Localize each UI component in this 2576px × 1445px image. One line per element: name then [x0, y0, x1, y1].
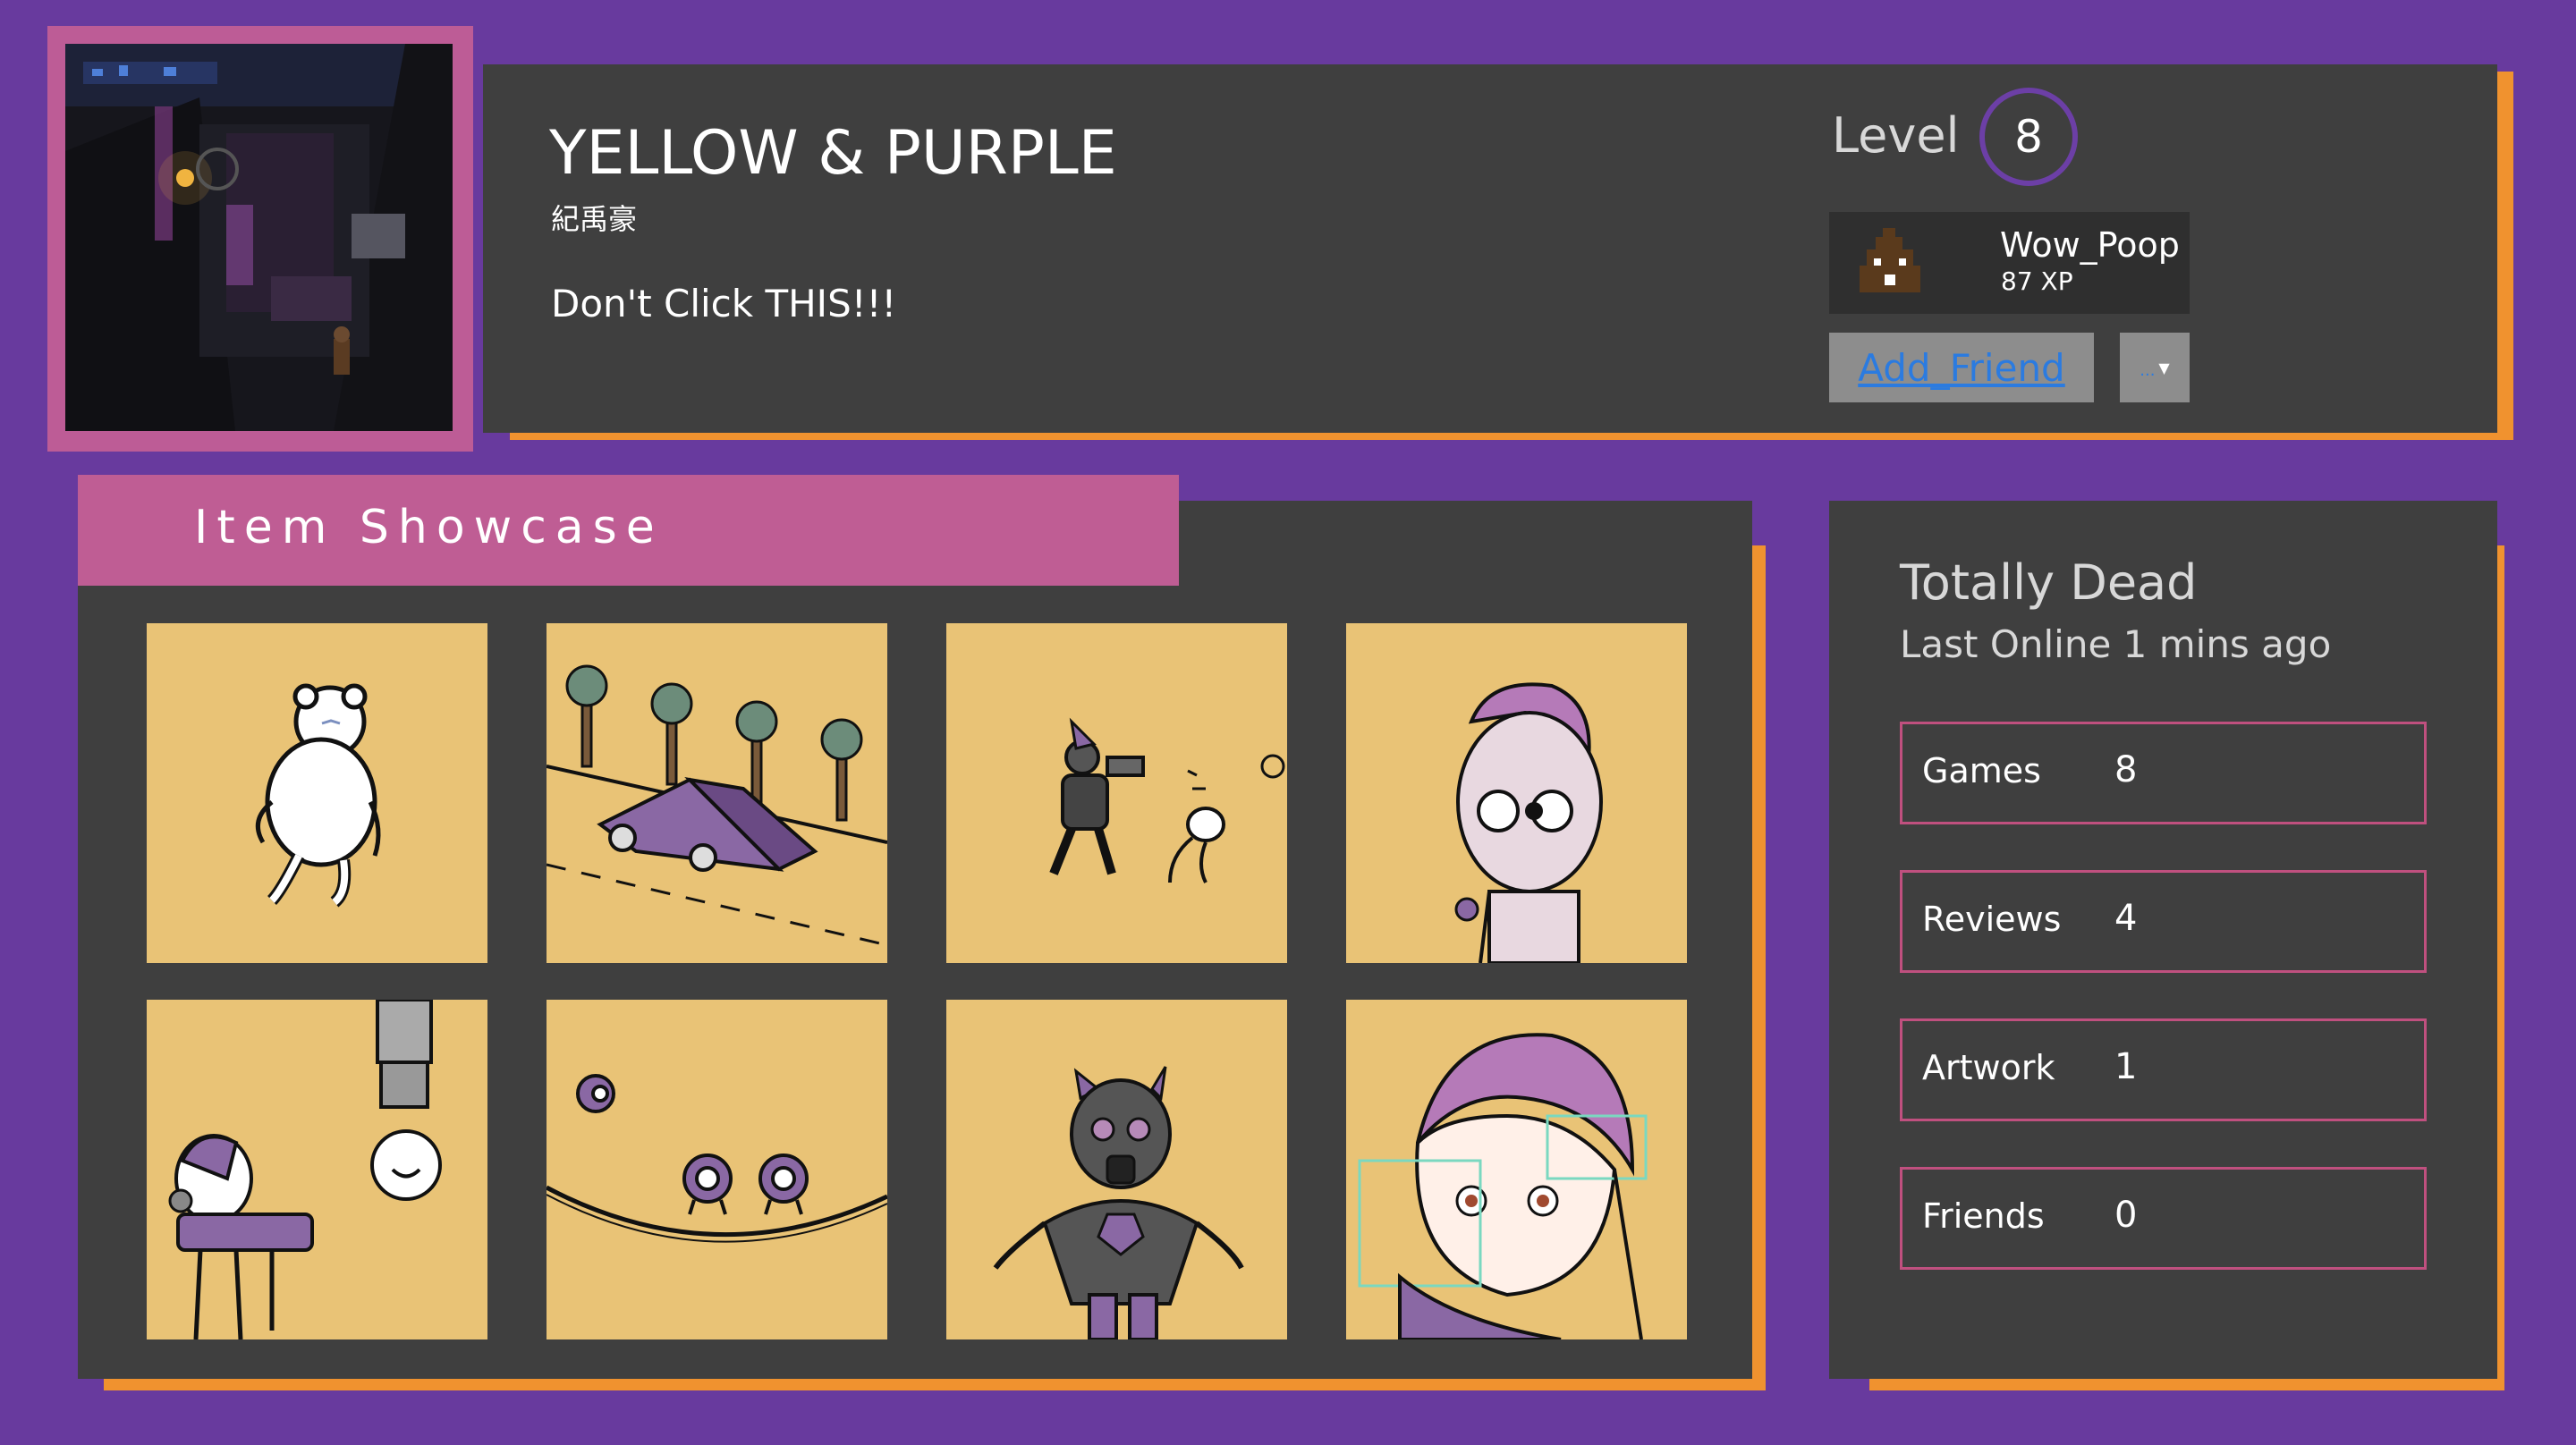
- poop-icon: [1847, 219, 1933, 305]
- stat-artwork[interactable]: Artwork 1: [1900, 1018, 2427, 1121]
- cyborg-face-art: [1454, 682, 1603, 963]
- add-friend-button[interactable]: Add_Friend: [1829, 333, 2094, 402]
- showcase-item-hologram[interactable]: [1346, 1000, 1687, 1339]
- stat-reviews[interactable]: Reviews 4: [1900, 870, 2427, 973]
- stat-label: Games: [1922, 751, 2041, 790]
- showcase-item-robot-chase[interactable]: [946, 623, 1287, 963]
- showcase-title: Item Showcase: [194, 501, 664, 554]
- stat-label: Artwork: [1922, 1048, 2055, 1087]
- stat-label: Reviews: [1922, 900, 2062, 939]
- level-label: Level: [1832, 107, 1960, 164]
- eyeball-creatures-art: [547, 1074, 887, 1243]
- stat-value: 4: [2114, 898, 2138, 939]
- last-online: Last Online 1 mins ago: [1900, 622, 2332, 666]
- profile-summary: Don't Click THIS!!!: [551, 282, 897, 325]
- hologram-girl-art: [1358, 1033, 1648, 1339]
- girl-with-robot-arm-art: [168, 1000, 442, 1339]
- stat-friends[interactable]: Friends 0: [1900, 1167, 2427, 1270]
- stat-games[interactable]: Games 8: [1900, 722, 2427, 824]
- dark-city-scene-avatar: [65, 44, 453, 431]
- showcase-item-bear[interactable]: [147, 623, 487, 963]
- showcase-item-car-ramp[interactable]: [547, 623, 887, 963]
- level-badge: 8: [1979, 88, 2078, 186]
- bear-character-art: [255, 683, 381, 908]
- showcase-item-gas-mask[interactable]: [946, 1000, 1287, 1339]
- stat-label: Friends: [1922, 1196, 2045, 1236]
- gas-mask-robot-art: [993, 1066, 1244, 1339]
- badge-name: Wow_Poop: [2000, 225, 2180, 265]
- robot-chasing-creature-art: [1049, 717, 1285, 883]
- stat-value: 0: [2114, 1195, 2138, 1236]
- avatar[interactable]: [65, 44, 453, 431]
- more-options-label: ...: [2140, 360, 2156, 380]
- online-status: Totally Dead: [1900, 554, 2198, 611]
- stat-value: 1: [2114, 1046, 2138, 1087]
- more-options-button[interactable]: ... ▼: [2120, 333, 2190, 402]
- showcase-item-eyeballs[interactable]: [547, 1000, 887, 1339]
- badge-xp: 87 XP: [2001, 266, 2073, 296]
- caret-down-icon: ▼: [2158, 359, 2170, 376]
- profile-subname: 紀禹豪: [551, 202, 638, 236]
- showcase-item-robot-arm[interactable]: [147, 1000, 487, 1339]
- showcase-item-cyborg-face[interactable]: [1346, 623, 1687, 963]
- profile-name: YELLOW & PURPLE: [549, 118, 1117, 189]
- car-ramp-palm-trees-art: [547, 664, 887, 947]
- stat-value: 8: [2114, 749, 2138, 790]
